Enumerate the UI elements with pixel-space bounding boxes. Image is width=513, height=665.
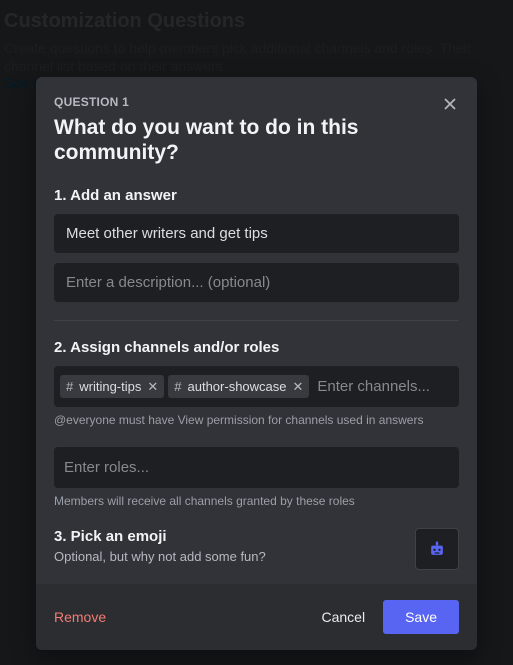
channel-chip[interactable]: # writing-tips ✕ [60,375,164,398]
channel-chip-label: writing-tips [79,379,141,394]
channel-chip-label: author-showcase [188,379,287,394]
cancel-button[interactable]: Cancel [303,600,383,634]
chip-remove-icon[interactable]: ✕ [147,380,158,393]
step2-label: 2. Assign channels and/or roles [54,339,459,356]
roles-helper: Members will receive all channels grante… [54,494,459,510]
question-number: QUESTION 1 [54,95,459,109]
step3-label: 3. Pick an emoji [54,528,266,545]
question-modal: QUESTION 1 What do you want to do in thi… [36,77,477,650]
divider [54,320,459,321]
channels-input[interactable]: # writing-tips ✕ # author-showcase ✕ [54,366,459,407]
channels-helper: @everyone must have View permission for … [54,413,459,429]
emoji-picker-button[interactable] [415,528,459,570]
answer-input[interactable] [54,214,459,253]
emoji-robot-icon [427,539,447,559]
save-button[interactable]: Save [383,600,459,634]
description-input[interactable] [54,263,459,302]
channels-text-input[interactable] [313,372,453,401]
hash-icon: # [66,379,73,394]
question-title: What do you want to do in this community… [54,115,459,165]
close-icon [440,94,460,114]
channel-chip[interactable]: # author-showcase ✕ [168,375,309,398]
modal-footer: Remove Cancel Save [36,584,477,650]
remove-button[interactable]: Remove [54,600,124,634]
roles-text-input[interactable] [60,453,453,482]
roles-input[interactable] [54,447,459,488]
close-button[interactable] [437,91,463,117]
chip-remove-icon[interactable]: ✕ [293,380,304,393]
hash-icon: # [174,379,181,394]
step3-subtitle: Optional, but why not add some fun? [54,549,266,564]
step1-label: 1. Add an answer [54,187,459,204]
